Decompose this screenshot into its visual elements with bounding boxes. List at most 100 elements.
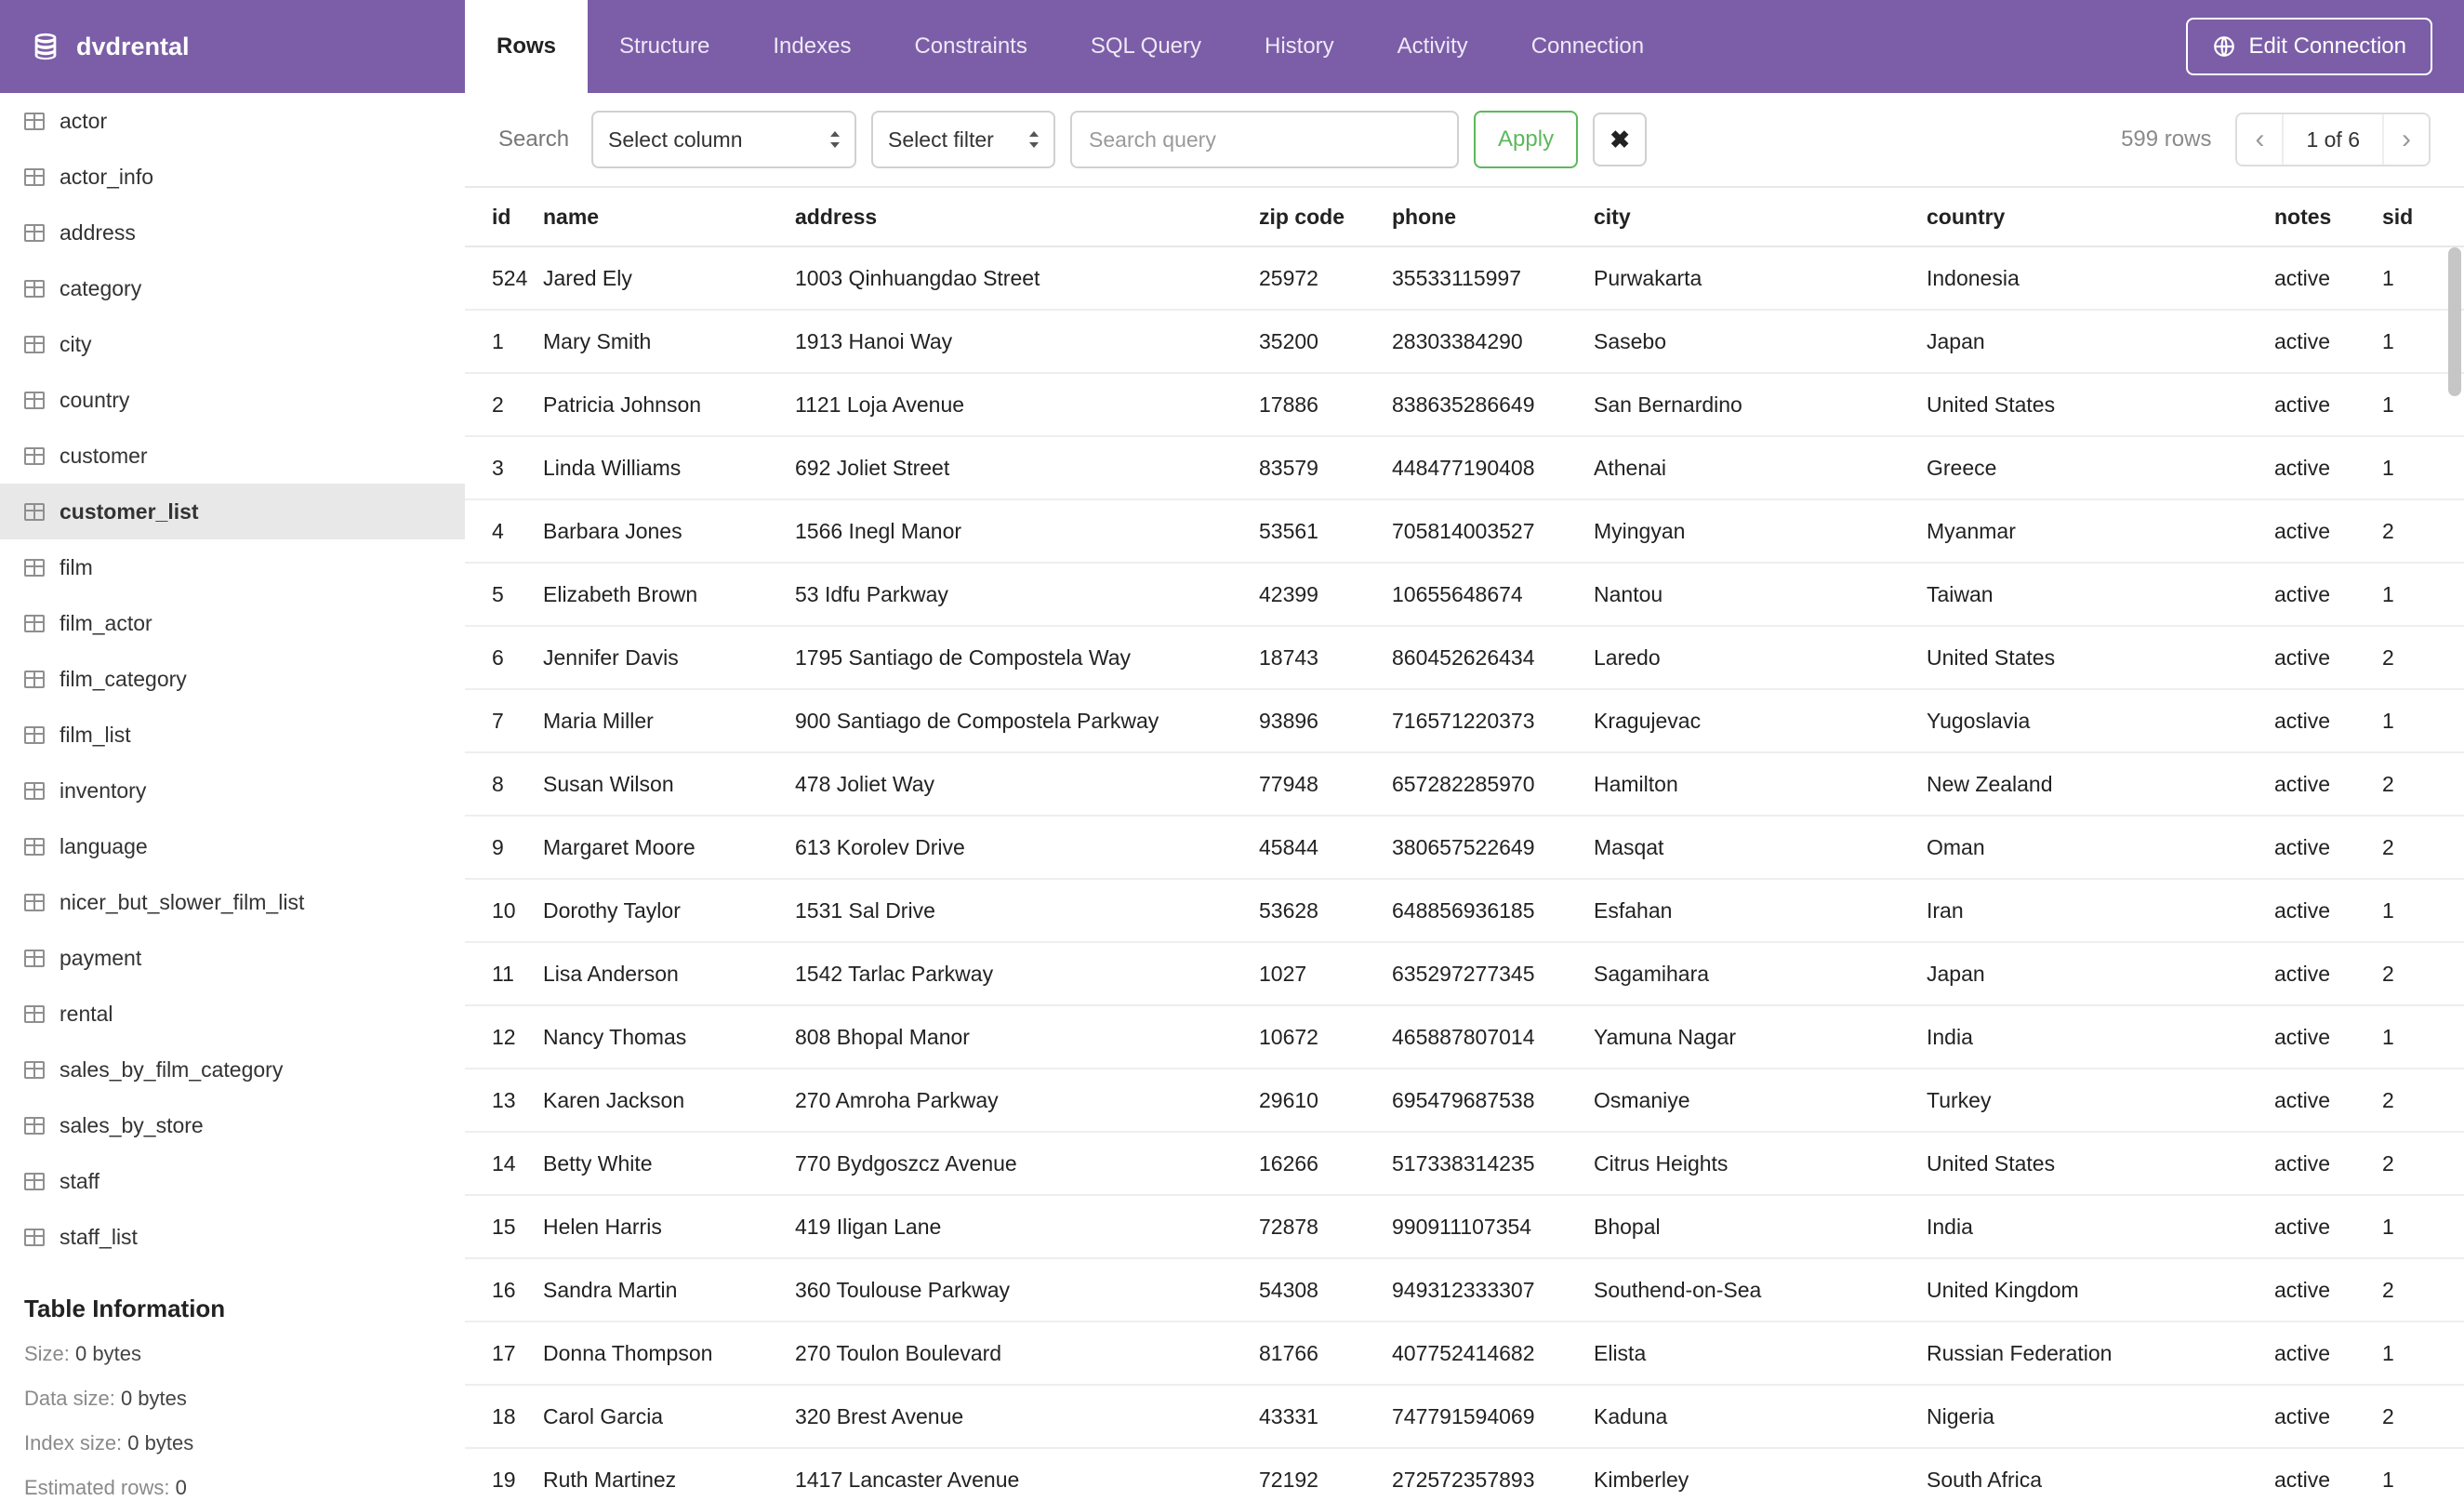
table-row[interactable]: 9 Margaret Moore 613 Korolev Drive 45844 380… — [465, 816, 2464, 880]
column-header-country[interactable]: country — [1927, 186, 2274, 247]
search-query-input[interactable] — [1070, 111, 1460, 168]
cell-phone: 10655648674 — [1392, 563, 1594, 627]
cell-zip-code: 16266 — [1259, 1132, 1392, 1196]
sidebar-item-city[interactable]: city — [0, 316, 465, 372]
table-row[interactable]: 11 Lisa Anderson 1542 Tarlac Parkway 1027 63… — [465, 942, 2464, 1006]
cell-name: Maria Miller — [543, 689, 795, 753]
table-row[interactable]: 18 Carol Garcia 320 Brest Avenue 43331 74779… — [465, 1385, 2464, 1449]
table-row[interactable]: 14 Betty White 770 Bydgoszcz Avenue 16266 51… — [465, 1132, 2464, 1196]
sidebar-item-inventory[interactable]: inventory — [0, 763, 465, 818]
cell-city: Purwakarta — [1594, 246, 1927, 311]
table-row[interactable]: 16 Sandra Martin 360 Toulouse Parkway 54308… — [465, 1258, 2464, 1322]
vertical-scrollbar[interactable] — [2448, 247, 2461, 396]
table-row[interactable]: 2 Patricia Johnson 1121 Loja Avenue 17886 83… — [465, 373, 2464, 437]
table-info-stat: Size: 0 bytes — [24, 1342, 441, 1366]
edit-connection-label: Edit Connection — [2248, 33, 2406, 59]
sidebar-item-label: staff_list — [60, 1224, 138, 1249]
sidebar-item-film-category[interactable]: film_category — [0, 651, 465, 707]
edit-connection-button[interactable]: Edit Connection — [2185, 18, 2432, 75]
sidebar-item-rental[interactable]: rental — [0, 986, 465, 1042]
cell-phone: 28303384290 — [1392, 310, 1594, 374]
table-row[interactable]: 15 Helen Harris 419 Iligan Lane 72878 990911… — [465, 1195, 2464, 1259]
tab-structure[interactable]: Structure — [588, 0, 741, 93]
apply-button[interactable]: Apply — [1474, 111, 1579, 168]
table-row[interactable]: 1 Mary Smith 1913 Hanoi Way 35200 2830338429… — [465, 310, 2464, 374]
cell-name: Jared Ely — [543, 246, 795, 311]
sidebar-item-staff-list[interactable]: staff_list — [0, 1209, 465, 1265]
tab-rows[interactable]: Rows — [465, 0, 589, 93]
table-grid-icon — [24, 223, 45, 242]
table-grid-icon — [24, 167, 45, 186]
column-header-name[interactable]: name — [543, 186, 795, 247]
cell-name: Elizabeth Brown — [543, 563, 795, 627]
column-select[interactable]: Select column — [591, 111, 857, 168]
next-page-button[interactable]: › — [2384, 114, 2429, 165]
cell-name: Barbara Jones — [543, 499, 795, 564]
table-row[interactable]: 17 Donna Thompson 270 Toulon Boulevard 8176… — [465, 1322, 2464, 1386]
tab-label: Activity — [1397, 33, 1468, 59]
sidebar-item-sales-by-film-category[interactable]: sales_by_film_category — [0, 1042, 465, 1097]
table-grid-icon — [24, 1004, 45, 1023]
table-row[interactable]: 5 Elizabeth Brown 53 Idfu Parkway 42399 1065… — [465, 563, 2464, 627]
sidebar-item-actor[interactable]: actor — [0, 93, 465, 149]
table-row[interactable]: 6 Jennifer Davis 1795 Santiago de Composte… — [465, 626, 2464, 690]
table-row[interactable]: 7 Maria Miller 900 Santiago de Compostela … — [465, 689, 2464, 753]
tab-constraints[interactable]: Constraints — [882, 0, 1058, 93]
column-header-address[interactable]: address — [795, 186, 1259, 247]
column-header-id[interactable]: id — [465, 186, 543, 247]
sidebar-item-country[interactable]: country — [0, 372, 465, 428]
sidebar-item-language[interactable]: language — [0, 818, 465, 874]
sidebar-item-payment[interactable]: payment — [0, 930, 465, 986]
table-grid-icon — [24, 614, 45, 632]
column-header-notes[interactable]: notes — [2274, 186, 2382, 247]
sidebar-item-customer-list[interactable]: customer_list — [0, 484, 465, 539]
cell-zip-code: 54308 — [1259, 1258, 1392, 1322]
sidebar-item-category[interactable]: category — [0, 260, 465, 316]
tab-indexes[interactable]: Indexes — [741, 0, 882, 93]
cell-zip-code: 29610 — [1259, 1069, 1392, 1133]
sidebar-item-sales-by-store[interactable]: sales_by_store — [0, 1097, 465, 1153]
table-row[interactable]: 8 Susan Wilson 478 Joliet Way 77948 65728228… — [465, 752, 2464, 817]
sidebar-item-nicer-but-slower-film-list[interactable]: nicer_but_slower_film_list — [0, 874, 465, 930]
table-row[interactable]: 12 Nancy Thomas 808 Bhopal Manor 10672 46588… — [465, 1005, 2464, 1069]
filter-select[interactable]: Select filter — [871, 111, 1056, 168]
sidebar-item-label: customer — [60, 443, 148, 468]
sidebar-item-actor-info[interactable]: actor_info — [0, 149, 465, 205]
cell-notes: active — [2274, 626, 2382, 690]
tab-activity[interactable]: Activity — [1366, 0, 1500, 93]
tab-connection[interactable]: Connection — [1500, 0, 1676, 93]
tab-sql-query[interactable]: SQL Query — [1059, 0, 1233, 93]
table-row[interactable]: 19 Ruth Martinez 1417 Lancaster Avenue 7219… — [465, 1448, 2464, 1501]
sidebar-item-label: staff — [60, 1168, 100, 1193]
tab-history[interactable]: History — [1233, 0, 1366, 93]
cell-id: 13 — [465, 1069, 543, 1133]
table-row[interactable]: 3 Linda Williams 692 Joliet Street 83579 448… — [465, 436, 2464, 500]
table-row[interactable]: 4 Barbara Jones 1566 Inegl Manor 53561 70581… — [465, 499, 2464, 564]
previous-page-button[interactable]: ‹ — [2237, 114, 2283, 165]
sidebar-item-address[interactable]: address — [0, 205, 465, 260]
stat-label: Size: — [24, 1342, 76, 1365]
sidebar-item-staff[interactable]: staff — [0, 1153, 465, 1209]
cell-zip-code: 1027 — [1259, 942, 1392, 1006]
app-title: dvdrental — [76, 32, 190, 60]
sidebar-item-film-list[interactable]: film_list — [0, 707, 465, 763]
cell-city: Kragujevac — [1594, 689, 1927, 753]
cell-sid: 2 — [2382, 942, 2464, 1006]
column-header-phone[interactable]: phone — [1392, 186, 1594, 247]
table-row[interactable]: 10 Dorothy Taylor 1531 Sal Drive 53628 64885… — [465, 879, 2464, 943]
column-header-city[interactable]: city — [1594, 186, 1927, 247]
column-header-zip-code[interactable]: zip code — [1259, 186, 1392, 247]
cell-sid: 1 — [2382, 1448, 2464, 1501]
sidebar-item-customer[interactable]: customer — [0, 428, 465, 484]
sidebar-item-film-actor[interactable]: film_actor — [0, 595, 465, 651]
table-row[interactable]: 13 Karen Jackson 270 Amroha Parkway 29610 69… — [465, 1069, 2464, 1133]
app-brand: dvdrental — [0, 0, 465, 93]
cell-city: Kimberley — [1594, 1448, 1927, 1501]
cell-id: 2 — [465, 373, 543, 437]
clear-search-button[interactable]: ✖ — [1593, 113, 1648, 166]
table-row[interactable]: 524 Jared Ely 1003 Qinhuangdao Street 25972… — [465, 246, 2464, 311]
cell-id: 11 — [465, 942, 543, 1006]
sidebar-item-film[interactable]: film — [0, 539, 465, 595]
cell-country: South Africa — [1927, 1448, 2274, 1501]
column-header-sid[interactable]: sid — [2382, 186, 2464, 247]
